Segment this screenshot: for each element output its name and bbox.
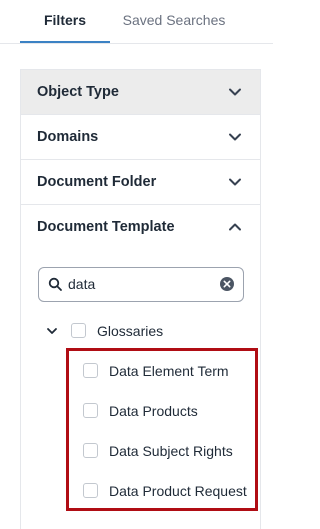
accordion-label: Document Template	[37, 219, 175, 235]
chevron-down-icon	[229, 133, 241, 141]
accordion-label: Document Folder	[37, 174, 157, 190]
chevron-down-icon	[229, 178, 241, 186]
glossaries-checkbox[interactable]	[71, 323, 86, 338]
accordion-label: Domains	[37, 129, 99, 145]
tab-filters[interactable]: Filters	[20, 0, 110, 44]
chevron-down-icon[interactable]	[46, 325, 58, 337]
accordion-domains[interactable]: Domains	[21, 115, 260, 160]
highlight-annotation	[66, 348, 258, 511]
search-icon	[48, 277, 62, 291]
chevron-down-icon	[229, 88, 241, 96]
accordion-document-template[interactable]: Document Template	[21, 205, 260, 250]
active-tab-indicator	[20, 41, 110, 43]
chevron-up-icon	[229, 223, 241, 231]
tab-saved-searches[interactable]: Saved Searches	[118, 0, 230, 44]
tab-bar: Filters Saved Searches	[0, 0, 273, 44]
clear-icon[interactable]	[219, 276, 235, 292]
accordion-object-type[interactable]: Object Type	[21, 70, 260, 115]
accordion-label: Object Type	[37, 84, 119, 100]
template-search-input[interactable]: data	[38, 267, 244, 302]
accordion-document-folder[interactable]: Document Folder	[21, 160, 260, 205]
search-input-value: data	[68, 276, 96, 292]
tree-item-glossaries: Glossaries	[97, 323, 164, 339]
